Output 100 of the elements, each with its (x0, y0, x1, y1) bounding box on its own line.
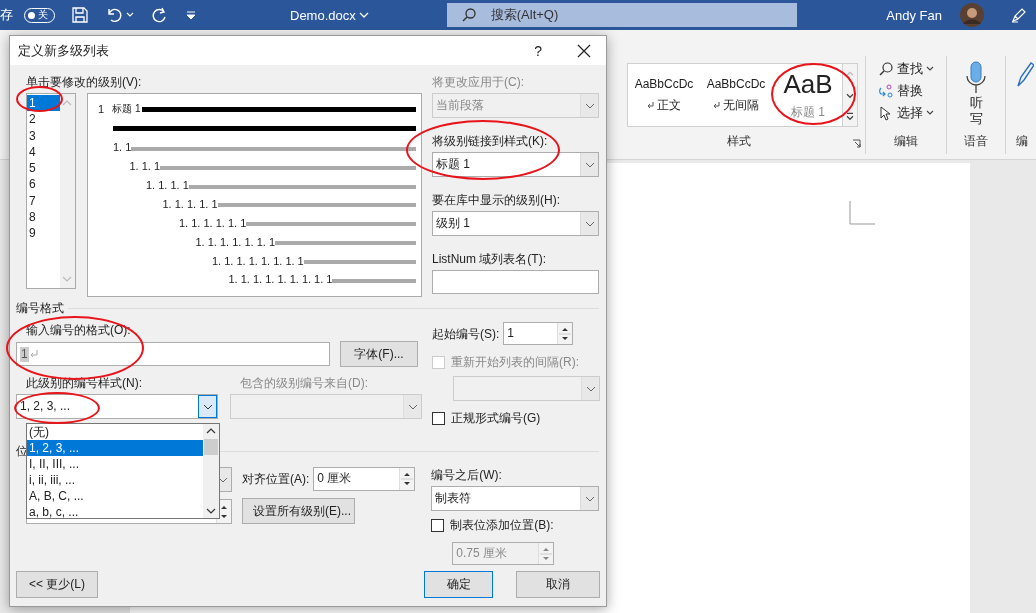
dropdown-option[interactable]: 1, 2, 3, ... (27, 440, 203, 456)
ok-button[interactable]: 确定 (424, 571, 493, 598)
checkbox[interactable] (432, 412, 445, 425)
number-format-field[interactable]: 1 (16, 342, 330, 366)
field-label: 对齐位置(A): (242, 471, 310, 487)
preview-number: 1. 1. 1. 1 (146, 179, 189, 191)
customize-icon[interactable] (184, 8, 198, 22)
style-item[interactable]: AaB 标题 1 (772, 64, 842, 126)
microphone-icon (965, 61, 988, 95)
field-label: 起始编号(S): (432, 325, 500, 342)
dropdown-option[interactable]: (无) (27, 424, 203, 440)
help-button[interactable]: ? (528, 42, 548, 59)
start-number-spinner[interactable]: 1 (503, 322, 574, 345)
chevron-down-icon (584, 102, 595, 109)
set-all-levels-button[interactable]: 设置所有级别(E)... (242, 498, 355, 524)
dropdown-option[interactable]: i, ii, iii, ... (27, 472, 203, 488)
field-label: 单击要修改的级别(V): (26, 74, 143, 90)
style-item[interactable]: AaBbCcDc 无间隔 (700, 64, 772, 126)
group-label: 语音 (964, 133, 989, 150)
chevron-down-icon (584, 220, 595, 227)
style-item[interactable]: AaBbCcDc 正文 (628, 64, 700, 126)
field-label: 编号之后(W): (431, 467, 503, 483)
link-style-select[interactable]: 标题 1 (432, 152, 599, 177)
field-label: 将级别链接到样式(K): (432, 133, 549, 149)
level-item[interactable]: 9 (27, 225, 60, 242)
level-item[interactable]: 5 (27, 160, 60, 177)
scrollbar-thumb[interactable] (204, 439, 218, 455)
level-item[interactable]: 4 (27, 143, 60, 161)
preview-number: 1 (98, 103, 105, 116)
dictate-button[interactable]: 听写 (961, 59, 992, 129)
dropdown-option[interactable]: a, b, c, ... (27, 504, 203, 520)
preview-number: 1. 1. 1. 1. 1 (162, 197, 218, 210)
close-icon[interactable] (577, 43, 591, 58)
gallery-level-select[interactable]: 级别 1 (432, 211, 599, 236)
field-label: 包含的级别编号来自(D): (240, 375, 368, 391)
search-field[interactable]: 搜索(Alt+Q) (446, 3, 797, 27)
section-title: 编号格式 (16, 300, 64, 316)
field-label: ListNum 域列表名(T): (432, 251, 547, 267)
chevron-down-icon (407, 403, 418, 410)
undo-icon[interactable] (105, 6, 123, 24)
replace-icon (878, 83, 895, 99)
chevron-down-icon[interactable] (358, 10, 369, 20)
chevron-down-icon (926, 65, 935, 73)
paragraph-mark-icon (647, 101, 654, 109)
document-title[interactable]: Demo.docx (290, 7, 356, 23)
annotation-circle (16, 86, 63, 112)
preview-caption: 标题 1 (112, 102, 141, 117)
save-icon[interactable] (71, 6, 89, 24)
level-list[interactable]: 1 2 3 4 5 6 7 8 9 (26, 93, 76, 289)
less-button[interactable]: << 更少(L) (16, 571, 98, 598)
font-button[interactable]: 字体(F)... (340, 341, 418, 367)
field-label: 输入编号的格式(O): (26, 322, 132, 338)
autosave-label: 存 (0, 6, 13, 24)
redo-icon[interactable] (150, 6, 168, 24)
follow-number-select[interactable]: 制表符 (431, 486, 599, 511)
dialog-title: 定义新多级列表 (18, 41, 109, 60)
paragraph-mark-icon (713, 101, 720, 109)
user-name[interactable]: Andy Fan (886, 7, 942, 23)
field-label: 将更改应用于(C): (432, 74, 525, 90)
level-item[interactable]: 3 (27, 127, 60, 144)
ribbon-button[interactable]: 查找 (874, 59, 939, 79)
restart-level-select[interactable] (453, 376, 600, 401)
chevron-down-icon (584, 495, 595, 502)
level-item[interactable]: 8 (27, 209, 60, 226)
level-item[interactable]: 1 (27, 95, 60, 112)
chevron-down-icon (202, 403, 213, 410)
preview-number: 1. 1. 1. 1. 1. 1 (179, 216, 247, 229)
preview-number: 1. 1. 1. 1. 1. 1. 1. 1 (212, 254, 304, 267)
number-style-select[interactable]: 1, 2, 3, ... (16, 394, 218, 419)
preview-number: 1. 1. 1. 1. 1. 1. 1 (195, 235, 275, 248)
aligned-at-spinner[interactable]: 0 厘米 (313, 467, 416, 491)
dropdown-option[interactable]: A, B, C, ... (27, 488, 203, 504)
dialog-launcher-icon[interactable] (852, 139, 862, 148)
listnum-field[interactable] (432, 270, 599, 294)
preview-number: 1. 1. 1 (129, 160, 161, 173)
level-item[interactable]: 2 (27, 111, 60, 128)
paragraph-mark-icon (29, 350, 38, 358)
field-label: 要在库中显示的级别(H): (432, 192, 561, 208)
search-icon (878, 61, 895, 77)
chevron-down-icon[interactable] (126, 11, 134, 19)
ribbon-button[interactable]: 替换 (874, 81, 928, 101)
checkbox-label: 正规形式编号(G) (451, 410, 541, 427)
pen-icon[interactable] (1010, 6, 1028, 24)
level-item[interactable]: 7 (27, 192, 60, 210)
preview-number: 1. 1 (113, 141, 132, 154)
avatar[interactable] (960, 3, 984, 27)
chevron-down-icon (585, 385, 596, 392)
dropdown-option[interactable]: I, II, III, ... (27, 456, 203, 472)
ribbon-button[interactable]: 选择 (874, 103, 939, 123)
search-icon (460, 7, 477, 23)
checkbox-label: 制表位添加位置(B): (450, 517, 554, 534)
group-label: 编辑 (894, 133, 919, 150)
chevron-down-icon (584, 161, 595, 168)
group-label: 样式 (727, 133, 751, 150)
checkbox[interactable] (431, 519, 445, 532)
cancel-button[interactable]: 取消 (516, 571, 600, 598)
level-item[interactable]: 6 (27, 176, 60, 193)
group-label: 编 (1016, 133, 1029, 150)
chevron-down-icon (926, 109, 935, 117)
preview-number: 1. 1. 1. 1. 1. 1. 1. 1. 1 (228, 273, 333, 286)
